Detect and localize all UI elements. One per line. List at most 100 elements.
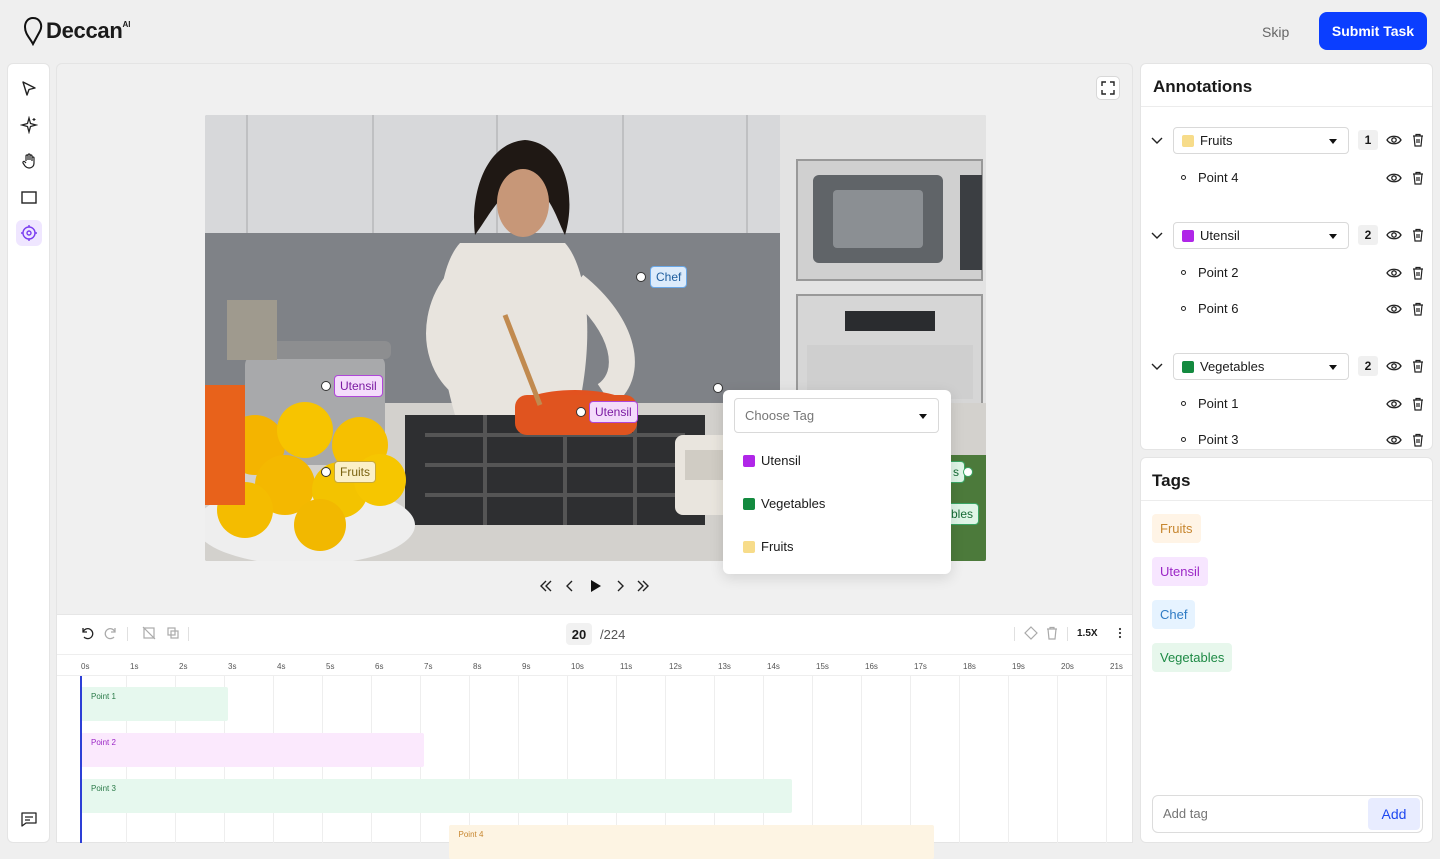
caret-down-icon (1329, 365, 1337, 370)
point-tool[interactable] (16, 220, 42, 246)
dropdown-option-vegetables[interactable]: Vegetables (743, 496, 825, 511)
fullscreen-button[interactable] (1096, 76, 1120, 100)
collapse-group-button[interactable] (1149, 228, 1165, 244)
point-label: Point 2 (1198, 265, 1239, 280)
grid-line (518, 676, 519, 843)
track-label: Point 2 (91, 738, 116, 747)
delete-point-button[interactable] (1410, 301, 1426, 317)
pan-tool[interactable] (16, 148, 42, 174)
tag-chip-utensil[interactable]: Utensil (1152, 557, 1208, 586)
bullet-icon (1181, 306, 1186, 311)
toggle-point-visibility-button[interactable] (1386, 301, 1402, 317)
toggle-visibility-button[interactable] (1386, 227, 1402, 243)
keyframe-button[interactable] (1023, 625, 1039, 641)
toggle-point-visibility-button[interactable] (1386, 170, 1402, 186)
chef-photo-tag[interactable]: Chef (650, 266, 688, 288)
frame-total: /224 (600, 627, 626, 642)
tag-chip-fruits[interactable]: Fruits (1152, 514, 1201, 543)
grid-line (861, 676, 862, 843)
annotation-point-row[interactable]: Point 2 (1181, 265, 1238, 280)
dropdown-option-utensil[interactable]: Utensil (743, 453, 801, 468)
point-marker[interactable] (321, 467, 331, 477)
time-tick: 4s (277, 662, 286, 671)
delete-group-button[interactable] (1410, 227, 1426, 243)
toggle-point-visibility-button[interactable] (1386, 432, 1402, 448)
skip-button[interactable]: Skip (1262, 24, 1289, 40)
annotation-point-row[interactable]: Point 1 (1181, 396, 1238, 411)
delete-point-button[interactable] (1410, 265, 1426, 281)
toggle-visibility-button[interactable] (1386, 358, 1402, 374)
next-frame-button[interactable] (613, 578, 627, 594)
undo-button[interactable] (79, 625, 95, 641)
add-tag-input[interactable] (1163, 806, 1343, 821)
hide-shapes-button[interactable] (141, 625, 157, 641)
collapse-group-button[interactable] (1149, 359, 1165, 375)
group-tag-select[interactable]: Vegetables (1173, 353, 1349, 380)
point-label: Point 4 (1198, 170, 1239, 185)
rewind-button[interactable] (538, 578, 554, 594)
select-tool[interactable] (16, 76, 42, 102)
point-marker[interactable] (321, 381, 331, 391)
add-tag-button[interactable]: Add (1368, 798, 1420, 830)
delete-keyframe-button[interactable] (1044, 625, 1060, 641)
annotation-point-row[interactable]: Point 4 (1181, 170, 1238, 185)
point-marker-active[interactable] (713, 383, 723, 393)
point-marker[interactable] (576, 407, 586, 417)
utensil-photo-tag[interactable]: Utensil (334, 375, 383, 397)
trash-icon (1413, 433, 1423, 447)
delete-point-button[interactable] (1410, 170, 1426, 186)
ai-magic-tool[interactable] (16, 112, 42, 138)
option-label: Vegetables (761, 496, 826, 511)
tag-chip-vegetables[interactable]: Vegetables (1152, 643, 1233, 672)
comments-tool[interactable] (16, 806, 42, 832)
toggle-visibility-button[interactable] (1386, 132, 1402, 148)
timeline-panel: 20 /224 1.5X 0s 1s 2s 3s 4s 5s 6s 7s 8s 9s 10s 11s 1… (56, 614, 1133, 859)
more-options-button[interactable] (1112, 625, 1128, 641)
playback-speed[interactable]: 1.5X (1077, 628, 1098, 639)
rectangle-tool[interactable] (16, 184, 42, 210)
delete-point-button[interactable] (1410, 432, 1426, 448)
redo-icon (104, 628, 116, 640)
tag-chip-chef[interactable]: Chef (1152, 600, 1196, 629)
fruits-photo-tag[interactable]: Fruits (334, 461, 376, 483)
previous-frame-button[interactable] (563, 578, 577, 594)
track-bar-3[interactable]: Point 3 (81, 779, 792, 813)
tag-swatch (1182, 134, 1194, 147)
add-tag-box: Add (1152, 795, 1423, 833)
track-bar-1[interactable]: Point 1 (81, 687, 228, 721)
time-ruler[interactable]: 0s 1s 2s 3s 4s 5s 6s 7s 8s 9s 10s 11s 12s 13s 14s 15s 16… (57, 654, 1132, 676)
annotation-point-row[interactable]: Point 6 (1181, 301, 1238, 316)
redo-button[interactable] (103, 625, 119, 641)
fullscreen-icon (1101, 81, 1115, 95)
time-tick: 9s (522, 662, 531, 671)
delete-group-button[interactable] (1410, 132, 1426, 148)
group-tag-select[interactable]: Utensil (1173, 222, 1349, 249)
time-tick: 3s (228, 662, 237, 671)
logo-superscript: AI (122, 20, 131, 29)
select-caret (1328, 363, 1338, 371)
duplicate-button[interactable] (165, 625, 181, 641)
fast-forward-button[interactable] (635, 578, 651, 594)
tool-sidebar (7, 63, 50, 843)
track-bar-2[interactable]: Point 2 (81, 733, 424, 767)
utensil-photo-tag[interactable]: Utensil (589, 401, 638, 423)
dropdown-option-fruits[interactable]: Fruits (743, 539, 794, 554)
toggle-point-visibility-button[interactable] (1386, 396, 1402, 412)
divider (1014, 627, 1015, 641)
submit-task-button[interactable]: Submit Task (1319, 12, 1427, 50)
point-marker[interactable] (636, 272, 646, 282)
annotation-point-row[interactable]: Point 3 (1181, 432, 1238, 447)
track-bar-4[interactable]: Point 4 (448, 825, 934, 859)
delete-point-button[interactable] (1410, 396, 1426, 412)
collapse-group-button[interactable] (1149, 133, 1165, 149)
playhead[interactable] (80, 676, 82, 843)
play-button[interactable] (588, 578, 604, 594)
toggle-point-visibility-button[interactable] (1386, 265, 1402, 281)
track-label: Point 4 (458, 830, 484, 839)
group-tag-select[interactable]: Fruits (1173, 127, 1349, 154)
point-marker[interactable] (963, 467, 973, 477)
current-frame-input[interactable]: 20 (566, 623, 592, 645)
choose-tag-select[interactable]: Choose Tag (734, 398, 939, 433)
time-tick: 1s (130, 662, 139, 671)
delete-group-button[interactable] (1410, 358, 1426, 374)
